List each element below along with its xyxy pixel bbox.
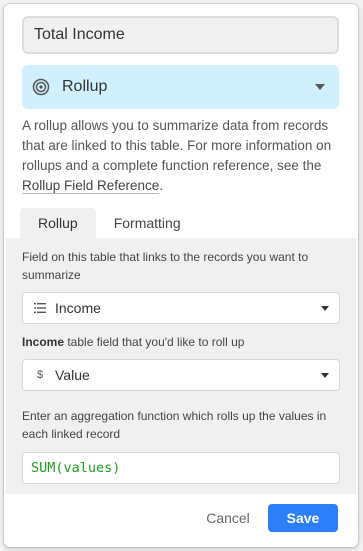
rollup-reference-link[interactable]: Rollup Field Reference xyxy=(22,178,160,194)
aggregation-formula-input[interactable]: SUM(values) xyxy=(22,452,340,484)
chevron-down-icon xyxy=(321,305,329,311)
save-button[interactable]: Save xyxy=(268,504,338,532)
field-type-label: Rollup xyxy=(62,78,108,95)
rollup-field-select[interactable]: $ Value xyxy=(22,359,340,391)
currency-icon: $ xyxy=(36,369,44,381)
chevron-down-icon xyxy=(321,372,329,378)
field-name-input[interactable]: Total Income xyxy=(22,16,339,54)
cancel-button[interactable]: Cancel xyxy=(198,504,258,532)
rollup-config-section: Field on this table that links to the re… xyxy=(6,238,356,494)
aggregation-help: Enter an aggregation function which roll… xyxy=(22,409,327,441)
description-end: . xyxy=(159,178,164,193)
link-field-value: Income xyxy=(55,300,101,316)
description-text: A rollup allows you to summarize data fr… xyxy=(22,118,332,173)
linked-records-icon xyxy=(33,301,47,315)
field-config-dialog: Total Income Rollup A rollup allows you … xyxy=(4,4,358,547)
link-field-select[interactable]: Income xyxy=(22,292,340,324)
field-description: A rollup allows you to summarize data fr… xyxy=(22,116,342,196)
tab-formatting[interactable]: Formatting xyxy=(96,208,199,238)
field-type-select[interactable]: Rollup xyxy=(22,65,339,109)
rollup-icon xyxy=(32,78,50,96)
tab-rollup[interactable]: Rollup xyxy=(20,208,96,238)
config-tabs: Rollup Formatting xyxy=(20,208,199,238)
rollup-field-help-text: table field that you'd like to roll up xyxy=(64,335,245,349)
rollup-field-help: Income table field that you'd like to ro… xyxy=(22,333,342,351)
linked-table-name: Income xyxy=(22,335,65,349)
chevron-down-icon xyxy=(315,84,325,90)
rollup-field-value: Value xyxy=(55,367,90,383)
link-field-help: Field on this table that links to the re… xyxy=(22,250,309,282)
